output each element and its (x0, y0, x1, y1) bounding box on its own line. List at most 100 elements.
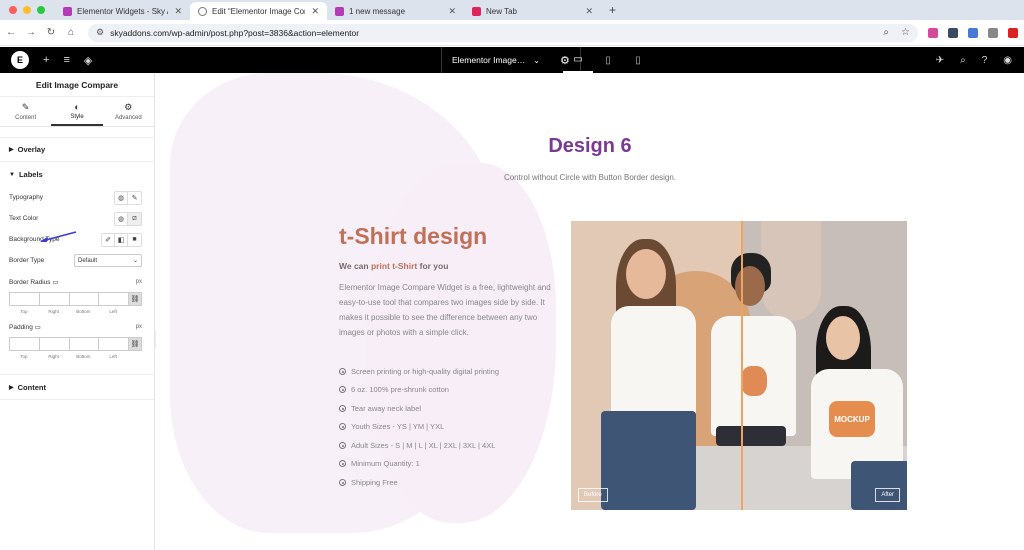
tablet-icon[interactable]: ▯ (593, 47, 623, 73)
preview-eye-icon[interactable]: ◉ (1003, 55, 1012, 66)
tab-title: Edit “Elementor Image Compa (212, 6, 305, 16)
browser-tab-3[interactable]: 1 new message ✕ (327, 2, 464, 20)
dim-label: Left (109, 353, 117, 359)
feature-text: Minimum Quantity: 1 (351, 459, 420, 469)
maximize-window-button[interactable] (37, 6, 45, 14)
close-window-button[interactable] (9, 6, 17, 14)
site-info-icon[interactable]: ⚙ (96, 27, 104, 38)
section-content[interactable]: ▶ Content (0, 375, 154, 400)
annotation-arrow-icon (40, 231, 77, 242)
tab-advanced[interactable]: ⚙ Advanced (103, 97, 154, 126)
top-bar-actions: ✈ ⌕ ? ◉ (936, 47, 1012, 73)
unit-select[interactable]: px (136, 279, 142, 285)
document-settings[interactable]: Elementor Image… ⌄ ⚙ (441, 47, 581, 73)
video-icon[interactable]: ■ (128, 234, 141, 246)
top-input[interactable] (9, 292, 39, 306)
close-tab-icon[interactable]: ✕ (311, 6, 319, 17)
color-swatch-icon[interactable]: ⧄ (128, 212, 141, 225)
bottom-input[interactable] (68, 292, 99, 306)
pencil-icon[interactable]: ✎ (128, 192, 141, 204)
link-values-icon[interactable]: ⛓ (128, 337, 142, 351)
help-icon[interactable]: ? (982, 55, 988, 66)
desktop-icon: ▭ (52, 278, 59, 286)
check-circle-icon (339, 441, 346, 449)
search-icon[interactable]: ⌕ (960, 55, 966, 66)
tab-style[interactable]: ◐ Style (51, 97, 103, 126)
list-item: Youth Sizes - YS | YM | YXL (339, 418, 499, 437)
extension-icon[interactable] (948, 27, 958, 38)
url-input[interactable]: ⚙ skyaddons.com/wp-admin/post.php?post=3… (88, 23, 918, 42)
back-icon[interactable]: ← (2, 27, 20, 38)
right-input[interactable] (38, 337, 69, 351)
control-label: Padding (9, 323, 33, 331)
feature-text: Youth Sizes - YS | YM | YXL (351, 422, 445, 432)
new-tab-button[interactable]: + (601, 3, 624, 20)
right-input[interactable] (38, 292, 69, 306)
browser-tab-bar: Elementor Widgets - Sky Addo ✕ Edit “Ele… (0, 0, 1024, 20)
gradient-icon[interactable]: ◧ (115, 233, 128, 246)
notifications-icon[interactable]: ✈ (936, 55, 944, 66)
browser-tab-2[interactable]: Edit “Elementor Image Compa ✕ (190, 2, 327, 20)
chevron-down-icon: ⌄ (533, 55, 540, 65)
shirt-print (741, 366, 767, 396)
elementor-logo-icon[interactable]: E (11, 51, 29, 69)
bookmark-star-icon[interactable]: ☆ (901, 27, 910, 38)
structure-icon[interactable]: ◈ (84, 54, 92, 67)
compare-divider-handle[interactable] (741, 221, 743, 510)
link-values-icon[interactable]: ⛓ (128, 292, 142, 306)
control-label: Border Radius (9, 278, 51, 286)
extension-icon[interactable] (928, 27, 938, 38)
tab-label: Style (70, 114, 84, 120)
top-input[interactable] (9, 337, 39, 351)
list-item: 6 oz. 100% pre-shrunk cotton (339, 381, 499, 400)
desktop-icon[interactable]: ▭ (563, 47, 593, 73)
shirt-print-text: MOCKUP (829, 401, 875, 437)
tab-content[interactable]: ✎ Content (0, 97, 51, 126)
unit-select[interactable]: px (136, 324, 142, 330)
reload-icon[interactable]: ↻ (42, 27, 60, 38)
favicon-icon (472, 6, 481, 16)
section-overlay[interactable]: ▶ Overlay (0, 137, 154, 162)
favicon-icon (63, 6, 72, 16)
close-tab-icon[interactable]: ✕ (448, 6, 456, 17)
add-element-icon[interactable]: + (43, 54, 49, 66)
extension-icon[interactable] (1008, 27, 1018, 38)
globe-icon[interactable]: ◍ (115, 212, 128, 225)
close-tab-icon[interactable]: ✕ (174, 6, 182, 17)
border-type-select[interactable]: Default ⌄ (74, 254, 142, 267)
padding-control: Padding ▭ px (0, 316, 154, 337)
caret-right-icon: ▶ (9, 147, 14, 153)
after-label: After (875, 488, 900, 502)
mobile-icon[interactable]: ▯ (623, 47, 653, 73)
panel-tabs: ✎ Content ◐ Style ⚙ Advanced (0, 97, 154, 127)
control-label: Typography (9, 194, 43, 201)
image-compare[interactable]: MOCKUP Before After (571, 221, 907, 510)
caret-right-icon: ▶ (9, 384, 14, 391)
brush-icon[interactable]: ✐ (102, 233, 115, 246)
left-input[interactable] (98, 292, 128, 306)
person-jeans (851, 461, 907, 510)
extension-icon[interactable] (988, 27, 998, 38)
zoom-icon[interactable]: ⌕ (883, 27, 889, 38)
window-controls (0, 6, 55, 20)
minimize-window-button[interactable] (23, 6, 31, 14)
left-input[interactable] (98, 337, 128, 351)
feature-text: Adult Sizes - S | M | L | XL | 2XL | 3XL… (351, 440, 496, 450)
browser-tab-4[interactable]: New Tab ✕ (464, 2, 601, 20)
translate-icon[interactable] (968, 27, 978, 38)
list-item: Minimum Quantity: 1 (339, 455, 499, 474)
close-tab-icon[interactable]: ✕ (585, 6, 593, 17)
forward-icon[interactable]: → (22, 27, 40, 38)
site-settings-icon[interactable]: ≡ (63, 54, 69, 66)
document-title: Elementor Image… (452, 55, 526, 65)
tagline-prefix: We can (339, 261, 371, 271)
globe-icon[interactable]: ◍ (115, 191, 128, 204)
browser-tab-1[interactable]: Elementor Widgets - Sky Addo ✕ (55, 2, 190, 20)
section-label: Overlay (17, 145, 46, 154)
home-icon[interactable]: ⌂ (62, 27, 80, 38)
section-labels[interactable]: ▼ Labels (0, 162, 154, 187)
caret-down-icon: ▼ (9, 171, 15, 178)
bottom-input[interactable] (68, 337, 99, 351)
dim-label: Top (20, 353, 28, 359)
control-label: Border Type (9, 257, 45, 264)
